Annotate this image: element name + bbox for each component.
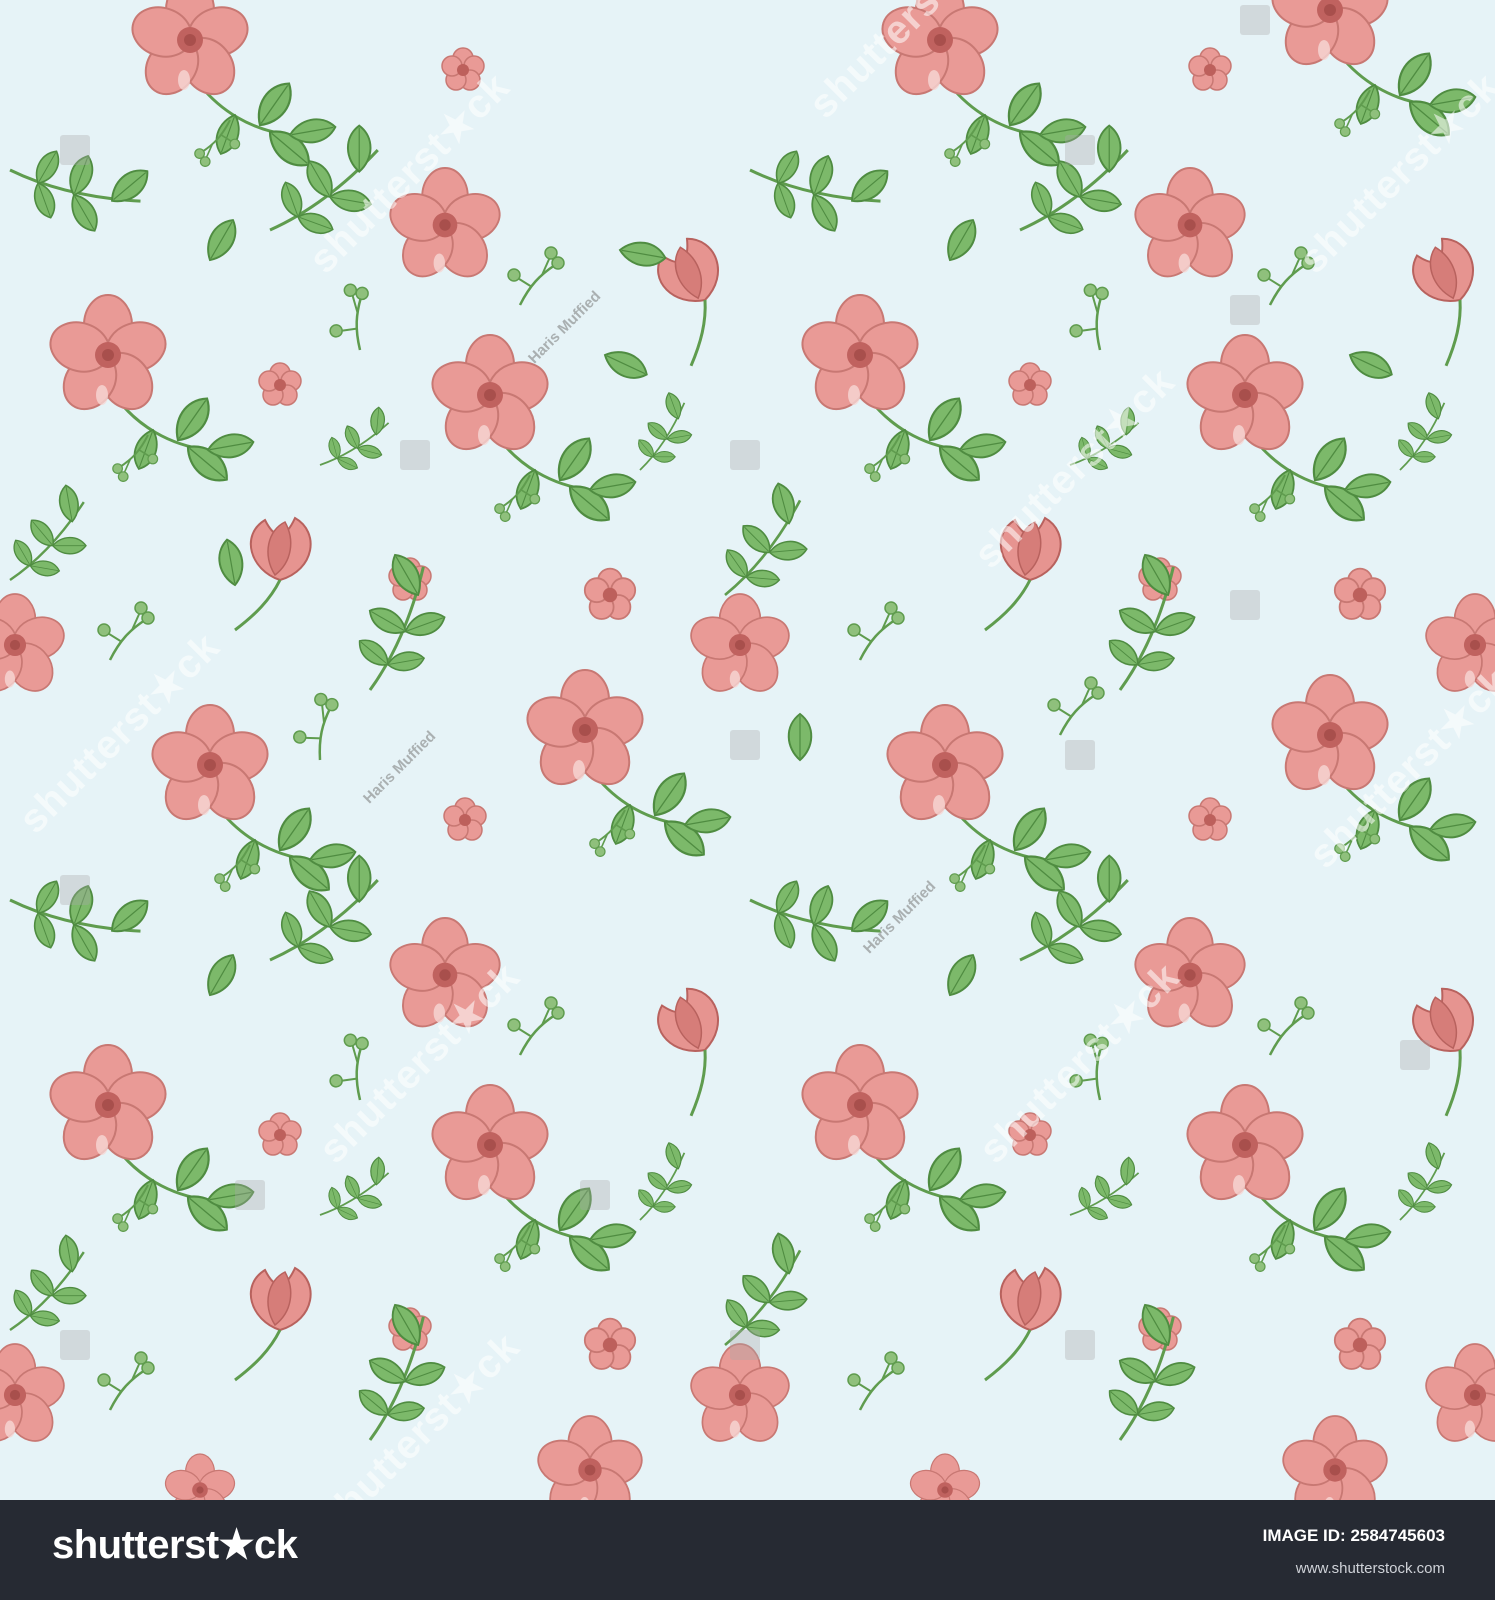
image-id-label: IMAGE ID: 2584745603 xyxy=(1262,1526,1445,1545)
site-url: www.shutterstock.com xyxy=(1295,1560,1445,1577)
floral-pattern-image xyxy=(0,0,1495,1500)
stock-image-frame: shutterst★ck shutterst★ck shutterst★ck s… xyxy=(0,0,1495,1600)
stock-footer-bar: shutterst★ck IMAGE ID: 2584745603 www.sh… xyxy=(0,1500,1495,1600)
shutterstock-logo: shutterst★ck xyxy=(52,1523,298,1567)
